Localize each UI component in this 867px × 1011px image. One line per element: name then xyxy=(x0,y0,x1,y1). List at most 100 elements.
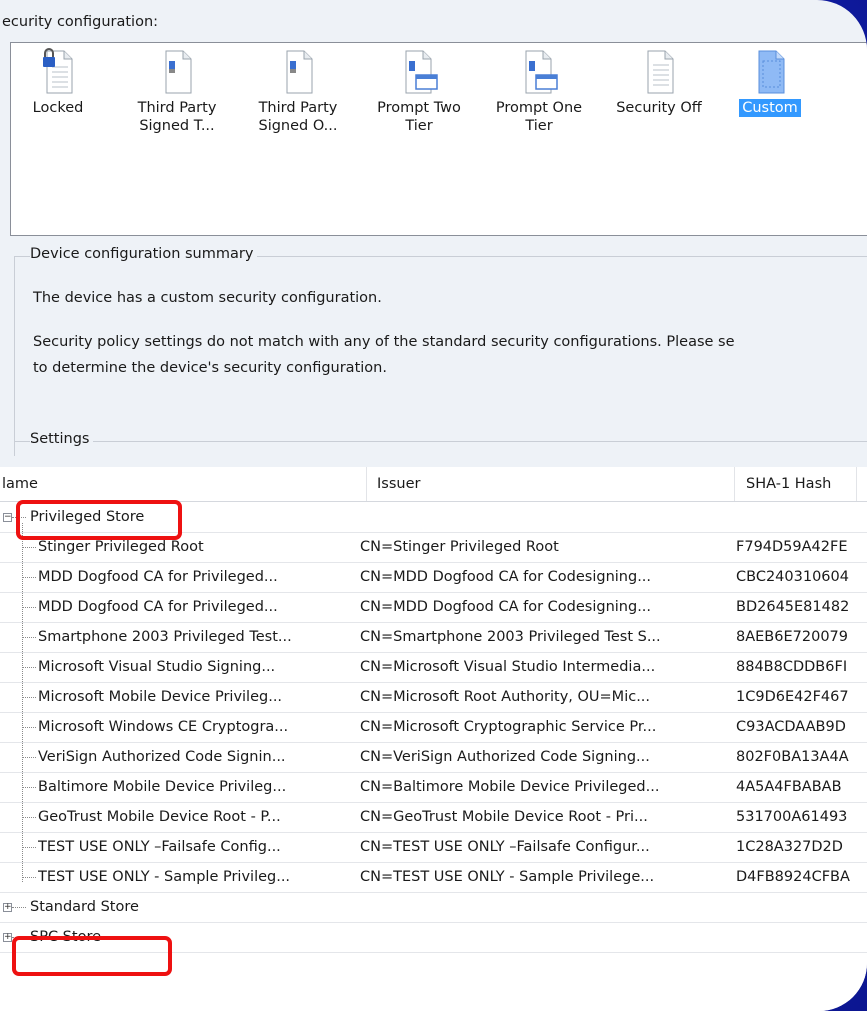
config-custom[interactable]: Custom xyxy=(711,47,829,117)
table-row[interactable]: GeoTrust Mobile Device Root - P... CN=Geo… xyxy=(0,803,867,833)
security-configuration-label: ecurity configuration: xyxy=(2,14,159,30)
tree-connector xyxy=(22,787,36,788)
table-row[interactable]: Microsoft Mobile Device Privileg... CN=Mi… xyxy=(0,683,867,713)
cert-issuer: CN=GeoTrust Mobile Device Root - Pri... xyxy=(360,809,648,825)
settings-group-border xyxy=(14,441,867,442)
table-row[interactable]: TEST USE ONLY –Failsafe Config... CN=TEST… xyxy=(0,833,867,863)
table-row[interactable]: Baltimore Mobile Device Privileg... CN=Ba… xyxy=(0,773,867,803)
cert-name: TEST USE ONLY –Failsafe Config... xyxy=(38,839,281,855)
cert-hash: 1C28A327D2D xyxy=(736,839,843,855)
cert-issuer: CN=Microsoft Root Authority, OU=Mic... xyxy=(360,689,651,705)
collapse-icon[interactable]: − xyxy=(3,513,12,522)
cert-hash: 1C9D6E42F467 xyxy=(736,689,849,705)
column-header-sha1[interactable]: SHA-1 Hash xyxy=(746,467,866,501)
cert-name: Microsoft Mobile Device Privileg... xyxy=(38,689,283,705)
summary-group-title: Device configuration summary xyxy=(30,246,258,262)
summary-text-line2: Security policy settings do not match wi… xyxy=(33,334,735,350)
config-label: Prompt One xyxy=(495,100,583,116)
cert-name: Smartphone 2003 Privileged Test... xyxy=(38,629,292,645)
cert-hash: 802F0BA13A4A xyxy=(736,749,849,765)
config-label: Locked xyxy=(32,100,84,116)
config-label: Security Off xyxy=(616,100,702,116)
cert-issuer: CN=TEST USE ONLY - Sample Privilege... xyxy=(360,869,655,885)
tree-connector xyxy=(22,637,36,638)
cert-issuer: CN=VeriSign Authorized Code Signing... xyxy=(360,749,650,765)
cert-name: Microsoft Windows CE Cryptogra... xyxy=(38,719,289,735)
table-row[interactable]: Smartphone 2003 Privileged Test... CN=Sma… xyxy=(0,623,867,653)
config-label: Prompt Two xyxy=(377,100,461,116)
locked-doc-icon xyxy=(43,48,73,94)
column-divider[interactable] xyxy=(366,467,367,501)
cert-hash: 531700A61493 xyxy=(736,809,848,825)
expand-icon[interactable]: + xyxy=(3,903,12,912)
cert-issuer: CN=Stinger Privileged Root xyxy=(360,539,559,555)
column-header-issuer[interactable]: Issuer xyxy=(377,467,727,501)
tree-connector xyxy=(12,907,26,908)
tree-connector xyxy=(22,757,36,758)
cert-name: VeriSign Authorized Code Signin... xyxy=(38,749,286,765)
group-name: Standard Store xyxy=(30,899,139,915)
config-label-line2: Signed O... xyxy=(258,118,338,134)
cert-name: MDD Dogfood CA for Privileged... xyxy=(38,569,278,585)
custom-doc-icon xyxy=(758,50,785,94)
cert-issuer: CN=MDD Dogfood CA for Codesigning... xyxy=(360,599,652,615)
cert-name: TEST USE ONLY - Sample Privileg... xyxy=(38,869,291,885)
cert-name: MDD Dogfood CA for Privileged... xyxy=(38,599,278,615)
cert-hash: F794D59A42FE xyxy=(736,539,848,555)
highlight-privileged-store xyxy=(16,500,182,540)
tree-connector xyxy=(22,607,36,608)
table-row[interactable]: Microsoft Windows CE Cryptogra... CN=Micr… xyxy=(0,713,867,743)
security-configuration-list: Locked Third Party Signed T... Third Part… xyxy=(10,42,867,236)
signed-doc-icon xyxy=(286,50,313,94)
tree-connector xyxy=(22,577,36,578)
config-third-party-signed-t[interactable]: Third Party Signed T... xyxy=(118,47,236,135)
tree-connector xyxy=(22,877,36,878)
tree-connector xyxy=(22,727,36,728)
config-prompt-two-tier[interactable]: Prompt Two Tier xyxy=(360,47,478,135)
plain-doc-icon xyxy=(647,50,674,94)
security-panel: ecurity configuration: Locked Third Part… xyxy=(0,0,867,1011)
table-header: lame Issuer SHA-1 Hash xyxy=(0,467,867,502)
table-row[interactable]: MDD Dogfood CA for Privileged... CN=MDD D… xyxy=(0,563,867,593)
cert-name: GeoTrust Mobile Device Root - P... xyxy=(38,809,281,825)
table-row[interactable]: VeriSign Authorized Code Signin... CN=Ver… xyxy=(0,743,867,773)
column-divider[interactable] xyxy=(856,467,857,501)
prompt-doc-icon xyxy=(525,50,558,94)
tree-connector xyxy=(22,547,36,548)
cert-issuer: CN=TEST USE ONLY –Failsafe Configur... xyxy=(360,839,650,855)
config-label: Custom xyxy=(742,100,798,116)
cert-issuer: CN=Smartphone 2003 Privileged Test S... xyxy=(360,629,661,645)
cert-issuer: CN=Microsoft Visual Studio Intermedia... xyxy=(360,659,656,675)
cert-issuer: CN=MDD Dogfood CA for Codesigning... xyxy=(360,569,652,585)
cert-hash: D4FB8924CFBA xyxy=(736,869,850,885)
column-divider[interactable] xyxy=(734,467,735,501)
table-row[interactable]: Microsoft Visual Studio Signing... CN=Mic… xyxy=(0,653,867,683)
tree-group-row[interactable]: + Standard Store xyxy=(0,893,867,923)
config-label: Third Party xyxy=(258,100,338,116)
cert-hash: 4A5A4FBABAB xyxy=(736,779,842,795)
summary-group-border-left xyxy=(14,256,15,456)
table-row[interactable]: TEST USE ONLY - Sample Privileg... CN=TES… xyxy=(0,863,867,893)
table-row[interactable]: MDD Dogfood CA for Privileged... CN=MDD D… xyxy=(0,593,867,623)
settings-group-title: Settings xyxy=(30,431,94,447)
cert-hash: 8AEB6E720079 xyxy=(736,629,848,645)
config-locked[interactable]: Locked xyxy=(0,47,117,117)
cert-hash: 884B8CDDB6FI xyxy=(736,659,848,675)
expand-icon[interactable]: + xyxy=(3,933,12,942)
certificate-table: lame Issuer SHA-1 Hash − Privileged Store… xyxy=(0,467,867,1011)
config-third-party-signed-o[interactable]: Third Party Signed O... xyxy=(239,47,357,135)
cert-hash: BD2645E81482 xyxy=(736,599,850,615)
config-label: Third Party xyxy=(137,100,217,116)
tree-connector xyxy=(22,817,36,818)
summary-text-line3: to determine the device's security confi… xyxy=(33,360,387,376)
config-label-line2: Tier xyxy=(525,118,553,134)
summary-text-line1: The device has a custom security configu… xyxy=(33,290,382,306)
config-label-line2: Tier xyxy=(405,118,433,134)
config-prompt-one-tier[interactable]: Prompt One Tier xyxy=(480,47,598,135)
cert-issuer: CN=Microsoft Cryptographic Service Pr... xyxy=(360,719,657,735)
config-security-off[interactable]: Security Off xyxy=(600,47,718,117)
signed-doc-icon xyxy=(165,50,192,94)
cert-name: Baltimore Mobile Device Privileg... xyxy=(38,779,287,795)
column-header-name[interactable]: lame xyxy=(2,467,362,501)
highlight-standard-store xyxy=(12,936,172,976)
